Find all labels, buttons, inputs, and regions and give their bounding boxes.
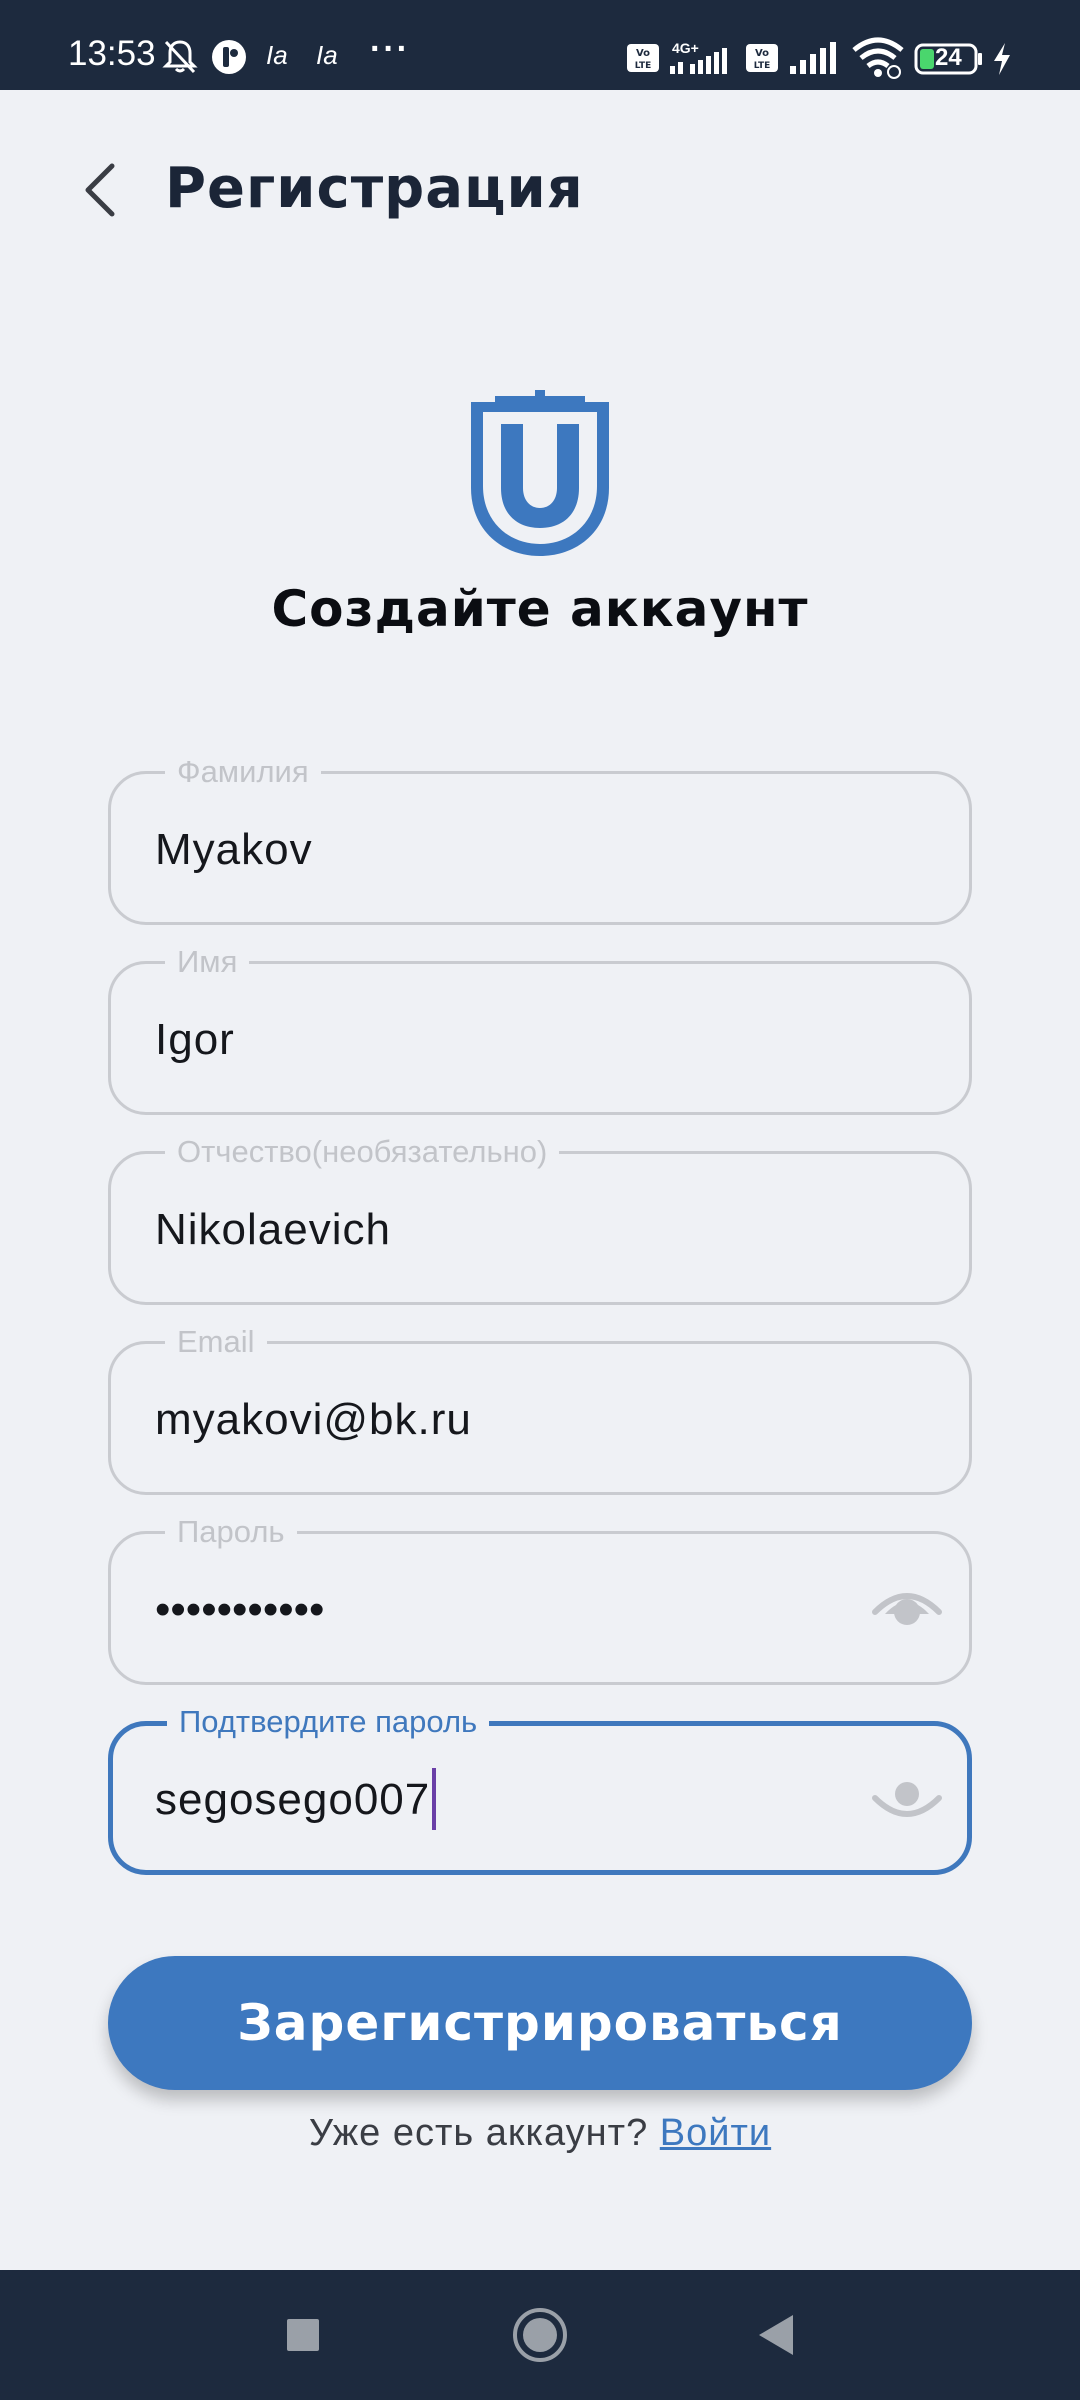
app-notification-icon: [210, 38, 248, 76]
patronymic-label: Отчество(необязательно): [165, 1132, 560, 1172]
indicator-text-2: Ia: [316, 40, 338, 70]
svg-text:LTE: LTE: [635, 61, 652, 71]
volte-icon: Vo LTE: [625, 40, 661, 76]
last-name-label: Фамилия: [165, 752, 321, 792]
back-triangle-icon[interactable]: [742, 2300, 812, 2370]
eye-icon[interactable]: [871, 1772, 943, 1828]
first-name-label: Имя: [165, 942, 250, 982]
password-field[interactable]: Пароль •••••••••••: [108, 1512, 972, 1685]
recents-square-icon[interactable]: [268, 2300, 338, 2370]
password-value: •••••••••••: [155, 1585, 325, 1634]
subtitle: Создайте аккаунт: [271, 580, 809, 638]
wifi-icon: [850, 36, 906, 80]
navigation-bar: [0, 2270, 1080, 2400]
patronymic-field[interactable]: Отчество(необязательно) Nikolaevich: [108, 1132, 972, 1305]
app-logo: [465, 388, 615, 558]
text-cursor: [432, 1768, 437, 1831]
first-name-field[interactable]: Имя Igor: [108, 942, 972, 1115]
status-bar: 13:53 Ia Ia ··· Vo LTE 4G+ Vo LTE 24: [0, 0, 1080, 90]
page-title: Регистрация: [165, 156, 584, 221]
password-label: Пароль: [165, 1512, 297, 1552]
email-value: myakovi@bk.ru: [155, 1395, 472, 1444]
battery-level: 24: [935, 44, 962, 71]
last-name-field[interactable]: Фамилия Myakov: [108, 752, 972, 925]
home-circle-icon[interactable]: [505, 2300, 575, 2370]
volte-icon-2: Vo LTE: [744, 40, 780, 76]
email-field[interactable]: Email myakovi@bk.ru: [108, 1322, 972, 1495]
first-name-value: Igor: [155, 1015, 235, 1064]
patronymic-value: Nikolaevich: [155, 1205, 391, 1254]
indicator-text-1: Ia: [266, 40, 288, 70]
signal-icon-2: [788, 42, 840, 78]
back-button[interactable]: [70, 150, 130, 230]
confirm-password-field[interactable]: Подтвердите пароль segosego007: [108, 1702, 972, 1875]
charging-icon: [990, 40, 1014, 78]
svg-text:Vo: Vo: [755, 48, 769, 59]
last-name-value: Myakov: [155, 825, 313, 874]
login-link[interactable]: Войти: [660, 2112, 771, 2154]
more-indicators: ···: [370, 30, 410, 68]
signal-icon: [668, 42, 738, 78]
chevron-left-icon: [80, 160, 120, 220]
confirm-password-value: segosego007: [155, 1775, 431, 1824]
confirm-password-label: Подтвердите пароль: [167, 1702, 490, 1742]
login-prompt-line: Уже есть аккаунт? Войти: [0, 2112, 1080, 2155]
confirm-password-value-wrap: segosego007: [155, 1768, 437, 1831]
login-prompt: Уже есть аккаунт?: [308, 2112, 649, 2154]
svg-text:Vo: Vo: [636, 48, 650, 59]
status-time: 13:53: [68, 34, 156, 73]
bell-off-icon: [158, 34, 202, 78]
svg-text:LTE: LTE: [754, 61, 771, 71]
email-label: Email: [165, 1322, 267, 1362]
register-button[interactable]: Зарегистрироваться: [108, 1956, 972, 2090]
eye-icon[interactable]: [871, 1582, 943, 1638]
